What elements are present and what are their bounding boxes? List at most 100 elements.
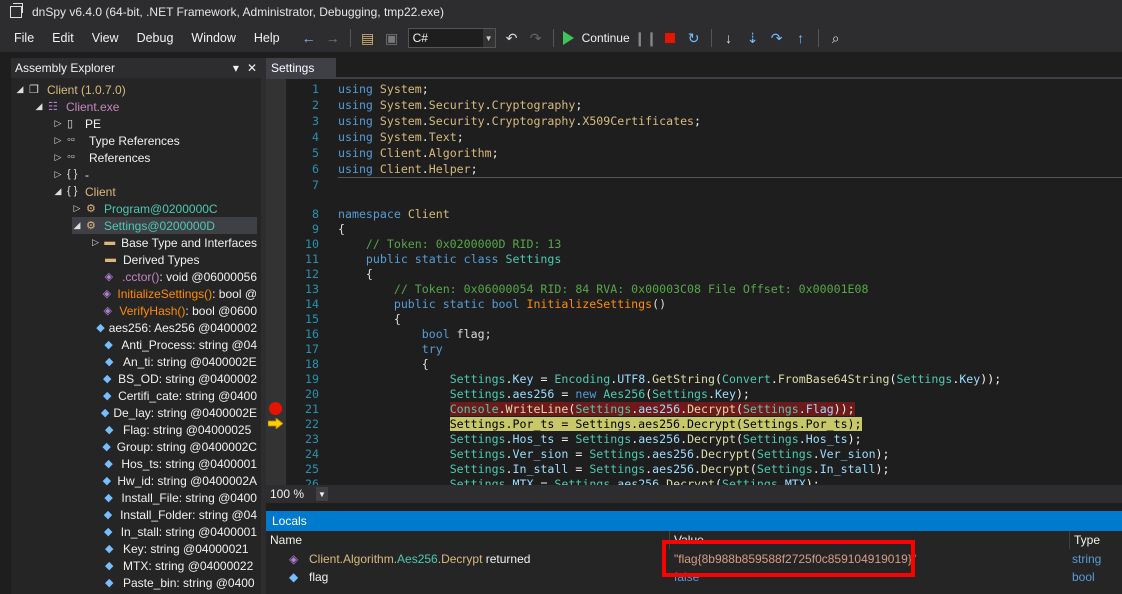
tree-node[interactable]: ◢ ☷ Client.exe — [34, 98, 257, 115]
step-out-icon[interactable]: ↷ — [767, 28, 787, 48]
menu-view[interactable]: View — [83, 31, 128, 45]
code-line[interactable]: 1 using System; — [266, 81, 1122, 97]
code-line[interactable]: 4 using System.Text; — [266, 129, 1122, 145]
menu-help[interactable]: Help — [245, 31, 289, 45]
code-line[interactable]: 17 try — [266, 341, 1122, 357]
line-number: 25 — [305, 462, 319, 476]
tab-settings[interactable]: Settings — [266, 58, 336, 78]
code-line[interactable]: 10 // Token: 0x0200000D RID: 13 — [266, 236, 1122, 252]
open-folder-icon[interactable]: ▤ — [358, 28, 378, 48]
expander-icon[interactable]: ▷ — [72, 203, 82, 214]
tree-node[interactable]: ▷ ⚙ Program @0200000C — [72, 200, 257, 217]
tree-node[interactable]: ◆ MTX : string @04000022 — [91, 557, 257, 574]
undo-icon[interactable]: ↶ — [502, 28, 522, 48]
menu-edit[interactable]: Edit — [43, 31, 83, 45]
breakpoint-icon[interactable] — [269, 402, 282, 415]
code-editor[interactable]: 1 using System; 2 using System.Security.Cry… — [266, 79, 1122, 485]
code-line[interactable]: 11 public static class Settings — [266, 251, 1122, 267]
tree-node[interactable]: ◈ InitializeSettings() : bool @ — [91, 285, 257, 302]
code-line[interactable]: 21 Console.WriteLine(Settings.aes256.Dec… — [266, 401, 1122, 417]
back-icon[interactable]: ← — [299, 28, 319, 48]
save-icon[interactable]: ▣ — [382, 28, 402, 48]
zoom-select[interactable]: 100 % ▼ — [270, 486, 328, 502]
tree-node[interactable]: ◆ An_ti : string @0400002E — [91, 353, 257, 370]
tree-node[interactable]: ◆ Anti_Process : string @04 — [91, 336, 257, 353]
tree-node[interactable]: ▷ ◦▫ References — [53, 149, 257, 166]
tree-node[interactable]: ◆ Paste_bin : string @0400 — [91, 574, 257, 591]
method-icon: ◈ — [102, 287, 112, 300]
code-line[interactable]: 16 bool flag; — [266, 326, 1122, 342]
code-line[interactable]: 18 { — [266, 356, 1122, 372]
code-line[interactable]: 13 // Token: 0x06000054 RID: 84 RVA: 0x0… — [266, 281, 1122, 297]
step-into-icon[interactable]: ↓ — [719, 28, 739, 48]
code-line[interactable]: 7 — [266, 177, 1122, 193]
continue-button[interactable]: Continue — [562, 31, 630, 45]
expander-icon[interactable]: ▷ — [53, 152, 63, 163]
tree-node[interactable]: ◆ In_stall : string @0400001 — [91, 523, 257, 540]
column-header-type[interactable]: Type — [1070, 531, 1122, 549]
step-up-icon[interactable]: ↑ — [791, 28, 811, 48]
close-icon[interactable]: ✕ — [247, 61, 257, 75]
forward-icon[interactable]: → — [323, 28, 343, 48]
expander-icon[interactable]: ▷ — [91, 237, 100, 248]
code-line[interactable]: 15 { — [266, 311, 1122, 327]
tree-node[interactable]: ▷ { } - — [53, 166, 257, 183]
line-number: 14 — [305, 297, 319, 311]
code-line[interactable]: 20 Settings.aes256 = new Aes256(Settings… — [266, 386, 1122, 402]
tree-node[interactable]: ▷ ▯ PE — [53, 115, 257, 132]
step-over-icon[interactable]: ⇣ — [743, 28, 763, 48]
code-line[interactable]: 14 public static bool InitializeSettings… — [266, 296, 1122, 312]
column-header-name[interactable]: Name — [266, 531, 670, 549]
tree-node[interactable]: ◈ .cctor() : void @06000056 — [91, 268, 257, 285]
tree-node[interactable]: ◢ { } Client — [53, 183, 257, 200]
tree-node[interactable]: ◆ Hos_ts : string @0400001 — [91, 455, 257, 472]
tree-node[interactable]: ◆ Install_Folder : string @04 — [91, 506, 257, 523]
language-select[interactable]: C# ▼ — [407, 28, 496, 48]
tree-node[interactable]: ◢ ❐ Client (1.0.7.0) — [15, 81, 257, 98]
code-line[interactable]: 5 using Client.Algorithm; — [266, 145, 1122, 161]
expander-icon[interactable]: ◢ — [53, 186, 63, 197]
tree-node[interactable]: ◆ BS_OD : string @0400002 — [91, 370, 257, 387]
tree-node[interactable]: ▷ ◦▫ Type References — [53, 132, 257, 149]
stop-icon[interactable] — [660, 28, 680, 48]
expander-icon[interactable]: ◢ — [15, 84, 25, 95]
tree-node[interactable]: ◆ Install_File : string @0400 — [91, 489, 257, 506]
code-line[interactable]: 25 Settings.In_stall = Settings.aes256.D… — [266, 461, 1122, 477]
expander-icon[interactable]: ▷ — [53, 118, 63, 129]
code-line[interactable]: 19 Settings.Key = Encoding.UTF8.GetStrin… — [266, 371, 1122, 387]
expander-icon[interactable]: ▷ — [53, 169, 63, 180]
tree-node[interactable]: ◆ Group : string @0400002C — [91, 438, 257, 455]
tree-node[interactable]: ◆ De_lay : string @0400002E — [91, 404, 257, 421]
tree-node[interactable]: ▬ Derived Types — [91, 251, 257, 268]
tree-node[interactable]: ◆ Flag : string @04000025 — [91, 421, 257, 438]
expander-icon[interactable]: ◢ — [72, 220, 82, 231]
tree-node[interactable]: ▷ ▬ Base Type and Interfaces — [91, 234, 257, 251]
code-line[interactable]: 26 Settings.MTX = Settings.aes256.Decryp… — [266, 476, 1122, 485]
tree-node[interactable]: ◆ Hw_id : string @0400002A — [91, 472, 257, 489]
locals-tab[interactable]: Locals — [266, 511, 1122, 531]
tree-node[interactable]: ◢ ⚙ Settings @0200000D — [72, 217, 257, 234]
code-line[interactable]: 8 namespace Client — [266, 206, 1122, 222]
code-line[interactable]: 12 { — [266, 266, 1122, 282]
expander-icon[interactable]: ▷ — [53, 135, 63, 146]
menu-file[interactable]: File — [0, 31, 43, 45]
code-line[interactable]: 24 Settings.Ver_sion = Settings.aes256.D… — [266, 446, 1122, 462]
code-line[interactable]: 23 Settings.Hos_ts = Settings.aes256.Dec… — [266, 431, 1122, 447]
menu-debug[interactable]: Debug — [128, 31, 183, 45]
code-line[interactable]: 3 using System.Security.Cryptography.X509… — [266, 113, 1122, 129]
code-line[interactable]: 22 Settings.Por_ts = Settings.aes256.Dec… — [266, 416, 1122, 432]
tree-node[interactable]: ◆ Certifi_cate : string @0400 — [91, 387, 257, 404]
tree-node[interactable]: ◈ VerifyHash() : bool @0600 — [91, 302, 258, 319]
code-line[interactable]: 2 using System.Security.Cryptography; — [266, 97, 1122, 113]
tree-node[interactable]: ◆ Key : string @04000021 — [91, 540, 257, 557]
expander-icon[interactable]: ◢ — [34, 101, 44, 112]
search-icon[interactable]: ⌕ — [826, 28, 846, 48]
code-line[interactable]: 6 using Client.Helper; — [266, 161, 1122, 177]
tree-node[interactable]: ◆ aes256 : Aes256 @0400002 — [91, 319, 257, 336]
dropdown-icon[interactable]: ▾ — [233, 61, 239, 75]
pause-icon[interactable]: ❙❙ — [634, 28, 657, 48]
code-line[interactable]: 9{ — [266, 221, 1122, 237]
menu-window[interactable]: Window — [182, 31, 244, 45]
restart-icon[interactable]: ↻ — [684, 28, 704, 48]
redo-icon[interactable]: ↷ — [526, 28, 546, 48]
